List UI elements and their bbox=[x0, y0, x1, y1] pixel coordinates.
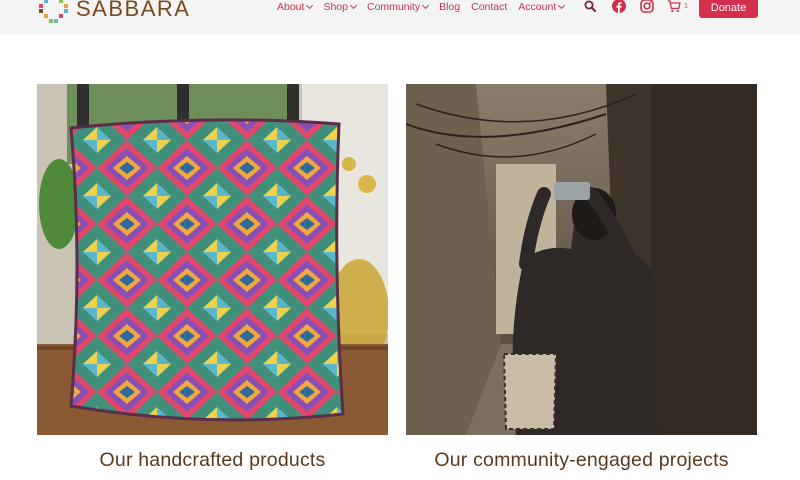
brand-name: SABBARA bbox=[76, 0, 191, 21]
nav-item-label: Account bbox=[518, 1, 557, 13]
nav-item-blog[interactable]: Blog bbox=[439, 1, 460, 13]
donate-button[interactable]: Donate bbox=[699, 0, 758, 18]
projects-card[interactable]: Our community-engaged projects bbox=[406, 84, 757, 472]
chevron-down-icon bbox=[422, 1, 430, 10]
site-logo[interactable]: SABBARA bbox=[36, 0, 190, 26]
chevron-down-icon bbox=[349, 1, 358, 10]
search-icon bbox=[584, 0, 596, 12]
nav-item-label: Community bbox=[366, 1, 421, 13]
nav-item-shop[interactable]: Shop bbox=[323, 1, 358, 13]
nav-item-label: Blog bbox=[439, 1, 461, 13]
nav-item-label: Contact bbox=[471, 1, 508, 13]
chevron-down-icon bbox=[558, 1, 566, 10]
nav-item-community[interactable]: Community bbox=[366, 1, 430, 13]
products-image[interactable] bbox=[37, 84, 388, 435]
cart-count-badge: 1 bbox=[684, 2, 688, 10]
nav-item-about[interactable]: About bbox=[277, 1, 314, 13]
facebook-link[interactable] bbox=[611, 0, 627, 14]
projects-card-title[interactable]: Our community-engaged projects bbox=[406, 449, 757, 472]
nav-item-contact[interactable]: Contact bbox=[471, 1, 507, 13]
cart-button[interactable]: 1 bbox=[667, 0, 691, 14]
nav-item-label: About bbox=[277, 1, 305, 13]
projects-image[interactable] bbox=[406, 84, 757, 435]
products-card[interactable]: Our handcrafted products bbox=[37, 84, 388, 472]
products-card-title[interactable]: Our handcrafted products bbox=[37, 449, 388, 472]
instagram-icon bbox=[640, 0, 654, 13]
chevron-down-icon bbox=[306, 1, 314, 10]
search-button[interactable] bbox=[582, 0, 598, 14]
nav-item-label: Shop bbox=[323, 1, 348, 13]
nav-item-account[interactable]: Account bbox=[518, 1, 566, 13]
instagram-link[interactable] bbox=[639, 0, 655, 14]
facebook-icon bbox=[612, 0, 626, 13]
site-header: SABBARA About Shop Community Blog Contac… bbox=[0, 0, 800, 34]
main-nav: About Shop Community Blog Contact Accoun… bbox=[277, 0, 575, 14]
cart-icon bbox=[667, 0, 681, 12]
logo-mark-icon bbox=[39, 0, 68, 23]
